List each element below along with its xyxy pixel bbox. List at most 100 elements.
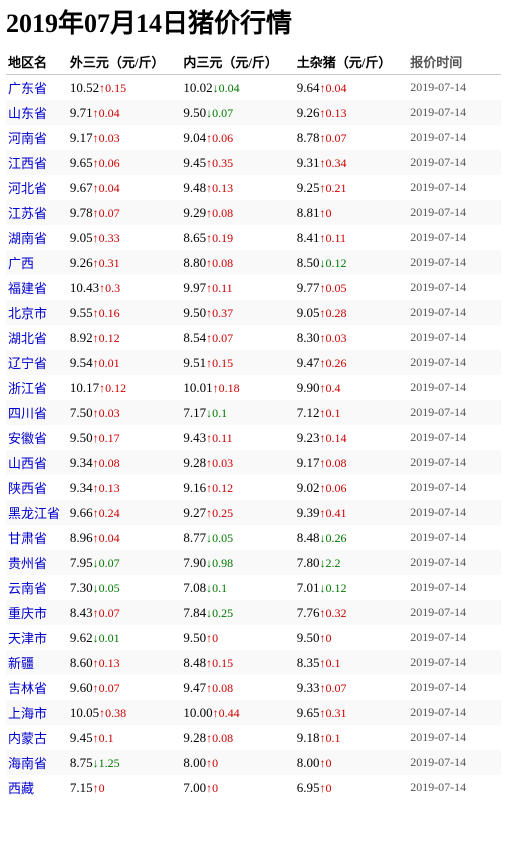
- inner-price-cell: 7.08↓0.1: [181, 575, 294, 600]
- date-cell: 2019-07-14: [408, 425, 501, 450]
- outer-price-cell: 9.78↑0.07: [68, 200, 181, 225]
- date-cell: 2019-07-14: [408, 675, 501, 700]
- local-price-cell: 9.65↑0.31: [295, 700, 408, 725]
- header-inner: 内三元（元/斤）: [181, 49, 294, 75]
- outer-price-cell: 9.67↑0.04: [68, 175, 181, 200]
- inner-price-cell: 7.17↓0.1: [181, 400, 294, 425]
- local-price-cell: 7.01↓0.12: [295, 575, 408, 600]
- header-outer: 外三元（元/斤）: [68, 49, 181, 75]
- date-cell: 2019-07-14: [408, 75, 501, 101]
- inner-price-cell: 9.28↑0.03: [181, 450, 294, 475]
- outer-price-cell: 7.50↑0.03: [68, 400, 181, 425]
- local-price-cell: 7.76↑0.32: [295, 600, 408, 625]
- outer-price-cell: 8.75↓1.25: [68, 750, 181, 775]
- region-cell: 天津市: [6, 625, 68, 650]
- outer-price-cell: 9.66↑0.24: [68, 500, 181, 525]
- inner-price-cell: 9.45↑0.35: [181, 150, 294, 175]
- date-cell: 2019-07-14: [408, 775, 501, 800]
- inner-price-cell: 8.80↑0.08: [181, 250, 294, 275]
- local-price-cell: 9.23↑0.14: [295, 425, 408, 450]
- table-row: 广东省 10.52↑0.15 10.02↓0.04 9.64↑0.04 2019…: [6, 75, 501, 101]
- date-cell: 2019-07-14: [408, 500, 501, 525]
- outer-price-cell: 10.43↑0.3: [68, 275, 181, 300]
- region-cell: 安徽省: [6, 425, 68, 450]
- outer-price-cell: 10.17↑0.12: [68, 375, 181, 400]
- date-cell: 2019-07-14: [408, 150, 501, 175]
- region-cell: 山东省: [6, 100, 68, 125]
- date-cell: 2019-07-14: [408, 325, 501, 350]
- outer-price-cell: 8.43↑0.07: [68, 600, 181, 625]
- table-row: 海南省 8.75↓1.25 8.00↑0 8.00↑0 2019-07-14: [6, 750, 501, 775]
- table-row: 西藏 7.15↑0 7.00↑0 6.95↑0 2019-07-14: [6, 775, 501, 800]
- inner-price-cell: 10.01↑0.18: [181, 375, 294, 400]
- local-price-cell: 8.41↑0.11: [295, 225, 408, 250]
- region-cell: 陕西省: [6, 475, 68, 500]
- table-row: 河北省 9.67↑0.04 9.48↑0.13 9.25↑0.21 2019-0…: [6, 175, 501, 200]
- outer-price-cell: 7.15↑0: [68, 775, 181, 800]
- local-price-cell: 9.39↑0.41: [295, 500, 408, 525]
- region-cell: 湖北省: [6, 325, 68, 350]
- region-cell: 重庆市: [6, 600, 68, 625]
- table-row: 上海市 10.05↑0.38 10.00↑0.44 9.65↑0.31 2019…: [6, 700, 501, 725]
- local-price-cell: 8.48↓0.26: [295, 525, 408, 550]
- local-price-cell: 8.50↓0.12: [295, 250, 408, 275]
- region-cell: 吉林省: [6, 675, 68, 700]
- table-row: 北京市 9.55↑0.16 9.50↑0.37 9.05↑0.28 2019-0…: [6, 300, 501, 325]
- inner-price-cell: 8.77↓0.05: [181, 525, 294, 550]
- inner-price-cell: 9.47↑0.08: [181, 675, 294, 700]
- region-cell: 广东省: [6, 75, 68, 101]
- inner-price-cell: 10.00↑0.44: [181, 700, 294, 725]
- table-row: 湖南省 9.05↑0.33 8.65↑0.19 8.41↑0.11 2019-0…: [6, 225, 501, 250]
- outer-price-cell: 9.17↑0.03: [68, 125, 181, 150]
- date-cell: 2019-07-14: [408, 250, 501, 275]
- table-row: 辽宁省 9.54↑0.01 9.51↑0.15 9.47↑0.26 2019-0…: [6, 350, 501, 375]
- region-cell: 江苏省: [6, 200, 68, 225]
- date-cell: 2019-07-14: [408, 225, 501, 250]
- local-price-cell: 9.26↑0.13: [295, 100, 408, 125]
- inner-price-cell: 9.51↑0.15: [181, 350, 294, 375]
- table-row: 江苏省 9.78↑0.07 9.29↑0.08 8.81↑0 2019-07-1…: [6, 200, 501, 225]
- header-local: 土杂猪（元/斤）: [295, 49, 408, 75]
- page-title: 2019年07月14日猪价行情: [6, 8, 501, 39]
- date-cell: 2019-07-14: [408, 175, 501, 200]
- inner-price-cell: 7.84↓0.25: [181, 600, 294, 625]
- table-row: 重庆市 8.43↑0.07 7.84↓0.25 7.76↑0.32 2019-0…: [6, 600, 501, 625]
- region-cell: 江西省: [6, 150, 68, 175]
- date-cell: 2019-07-14: [408, 300, 501, 325]
- local-price-cell: 6.95↑0: [295, 775, 408, 800]
- local-price-cell: 9.31↑0.34: [295, 150, 408, 175]
- region-cell: 上海市: [6, 700, 68, 725]
- date-cell: 2019-07-14: [408, 550, 501, 575]
- local-price-cell: 9.47↑0.26: [295, 350, 408, 375]
- region-cell: 福建省: [6, 275, 68, 300]
- region-cell: 北京市: [6, 300, 68, 325]
- local-price-cell: 8.00↑0: [295, 750, 408, 775]
- local-price-cell: 8.35↑0.1: [295, 650, 408, 675]
- outer-price-cell: 8.60↑0.13: [68, 650, 181, 675]
- region-cell: 黑龙江省: [6, 500, 68, 525]
- table-row: 安徽省 9.50↑0.17 9.43↑0.11 9.23↑0.14 2019-0…: [6, 425, 501, 450]
- region-cell: 辽宁省: [6, 350, 68, 375]
- date-cell: 2019-07-14: [408, 725, 501, 750]
- table-row: 四川省 7.50↑0.03 7.17↓0.1 7.12↑0.1 2019-07-…: [6, 400, 501, 425]
- outer-price-cell: 8.92↑0.12: [68, 325, 181, 350]
- local-price-cell: 9.18↑0.1: [295, 725, 408, 750]
- table-row: 浙江省 10.17↑0.12 10.01↑0.18 9.90↑0.4 2019-…: [6, 375, 501, 400]
- local-price-cell: 9.25↑0.21: [295, 175, 408, 200]
- region-cell: 西藏: [6, 775, 68, 800]
- table-row: 陕西省 9.34↑0.13 9.16↑0.12 9.02↑0.06 2019-0…: [6, 475, 501, 500]
- region-cell: 贵州省: [6, 550, 68, 575]
- date-cell: 2019-07-14: [408, 350, 501, 375]
- price-table: 地区名 外三元（元/斤） 内三元（元/斤） 土杂猪（元/斤） 报价时间 广东省 …: [6, 49, 501, 800]
- local-price-cell: 7.12↑0.1: [295, 400, 408, 425]
- date-cell: 2019-07-14: [408, 400, 501, 425]
- date-cell: 2019-07-14: [408, 275, 501, 300]
- inner-price-cell: 9.50↑0: [181, 625, 294, 650]
- table-row: 山西省 9.34↑0.08 9.28↑0.03 9.17↑0.08 2019-0…: [6, 450, 501, 475]
- local-price-cell: 9.17↑0.08: [295, 450, 408, 475]
- table-row: 新疆 8.60↑0.13 8.48↑0.15 8.35↑0.1 2019-07-…: [6, 650, 501, 675]
- header-region: 地区名: [6, 49, 68, 75]
- region-cell: 浙江省: [6, 375, 68, 400]
- table-row: 江西省 9.65↑0.06 9.45↑0.35 9.31↑0.34 2019-0…: [6, 150, 501, 175]
- outer-price-cell: 8.96↑0.04: [68, 525, 181, 550]
